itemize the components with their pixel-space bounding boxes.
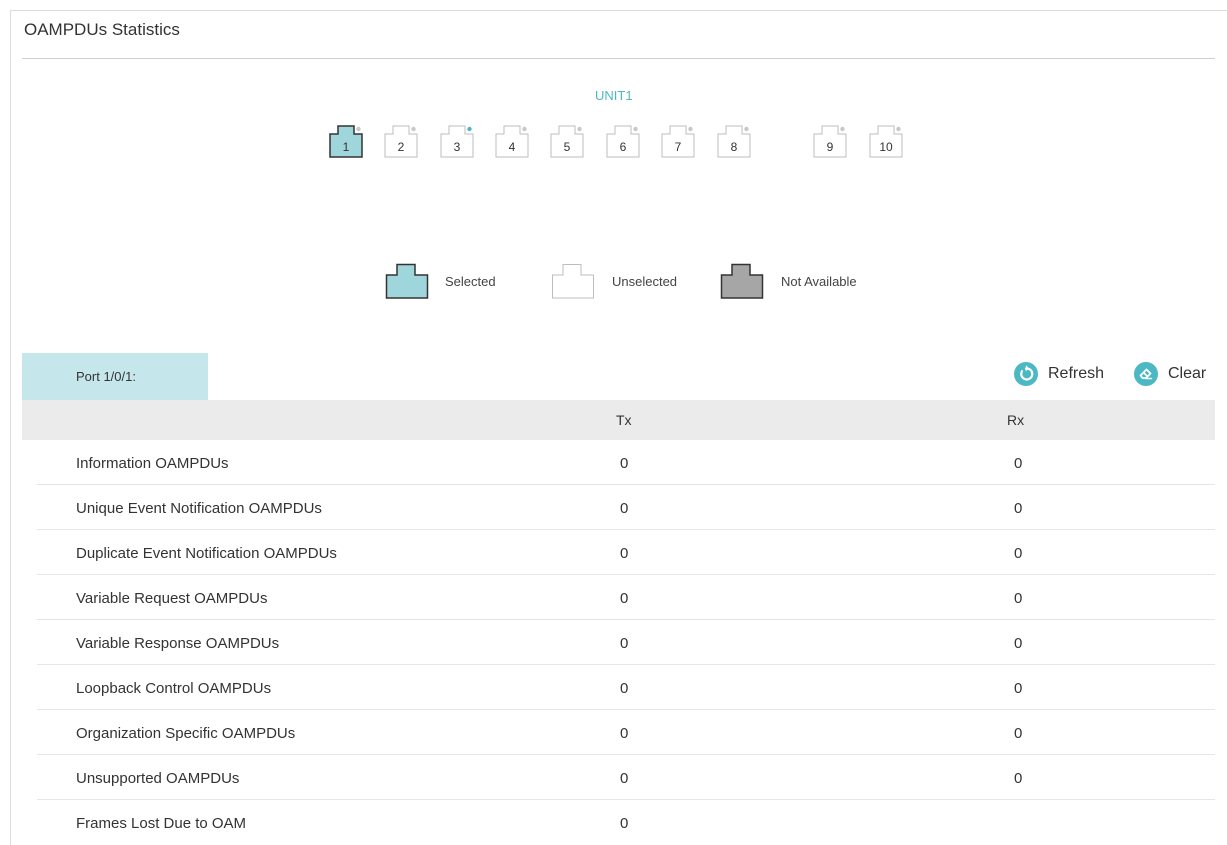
table-row: Variable Response OAMPDUs 0 0 [22, 620, 1215, 665]
table-header: Tx Rx [22, 400, 1215, 440]
port-number: 3 [453, 140, 461, 154]
tx-value: 0 [620, 455, 629, 472]
port-number: 1 [342, 140, 350, 154]
eraser-icon [1134, 362, 1158, 386]
refresh-button[interactable]: Refresh [1014, 362, 1104, 386]
port-number: 6 [619, 140, 627, 154]
port-number: 10 [879, 140, 893, 154]
table-row: Loopback Control OAMPDUs 0 0 [22, 665, 1215, 710]
oampdu-statistics-table: Tx Rx Information OAMPDUs 0 0 Unique Event … [22, 400, 1215, 845]
rx-value: 0 [1014, 680, 1023, 697]
refresh-label: Refresh [1048, 365, 1105, 382]
tx-value: 0 [620, 725, 629, 742]
column-header-tx: Tx [616, 412, 632, 428]
row-label: Frames Lost Due to OAM [76, 815, 247, 832]
clear-button[interactable]: Clear [1134, 362, 1206, 386]
row-label: Unsupported OAMPDUs [76, 770, 240, 787]
port-status-dot [633, 126, 638, 132]
row-label: Variable Request OAMPDUs [76, 590, 268, 607]
port-5-button[interactable]: 5 [550, 124, 584, 158]
clear-label: Clear [1168, 365, 1207, 382]
table-row: Duplicate Event Notification OAMPDUs 0 0 [22, 530, 1215, 575]
table-row: Unique Event Notification OAMPDUs 0 0 [22, 485, 1215, 530]
port-number: 9 [826, 140, 834, 154]
legend-selected-label: Selected [445, 274, 496, 289]
tx-value: 0 [620, 590, 629, 607]
rx-value: 0 [1014, 590, 1023, 607]
port-3-button[interactable]: 3 [440, 124, 474, 158]
port-1-button[interactable]: 1 [329, 124, 363, 158]
row-label: Organization Specific OAMPDUs [76, 725, 296, 742]
rx-value: 0 [1014, 545, 1023, 562]
rx-value: 0 [1014, 635, 1023, 652]
legend-not-available-label: Not Available [781, 274, 857, 289]
row-label: Information OAMPDUs [76, 455, 229, 472]
table-row: Unsupported OAMPDUs 0 0 [22, 755, 1215, 800]
tx-value: 0 [620, 545, 629, 562]
port-8-button[interactable]: 8 [717, 124, 751, 158]
port-status-dot [688, 126, 693, 132]
tab-port-1-0-1[interactable]: Port 1/0/1: [22, 353, 208, 400]
port-status-dot [467, 126, 472, 132]
row-label: Duplicate Event Notification OAMPDUs [76, 545, 337, 562]
port-status-dot [411, 126, 416, 132]
port-status-dot [840, 126, 845, 132]
port-7-button[interactable]: 7 [661, 124, 695, 158]
port-unselected-icon [552, 264, 594, 299]
row-label: Loopback Control OAMPDUs [76, 680, 272, 697]
port-status-dot [577, 126, 582, 132]
port-number: 2 [397, 140, 405, 154]
rx-value: 0 [1014, 500, 1023, 517]
table-row: Information OAMPDUs 0 0 [22, 440, 1215, 485]
port-number: 8 [730, 140, 738, 154]
tx-value: 0 [620, 770, 629, 787]
rx-value: 0 [1014, 725, 1023, 742]
panel-title: OAMPDUs Statistics [24, 20, 180, 39]
port-status-dot [522, 126, 527, 132]
port-4-button[interactable]: 4 [495, 124, 529, 158]
table-row: Frames Lost Due to OAM 0 [22, 800, 1215, 845]
port-number: 4 [508, 140, 516, 154]
table-body: Information OAMPDUs 0 0 Unique Event Notifi… [22, 440, 1215, 845]
tx-value: 0 [620, 680, 629, 697]
tx-value: 0 [620, 815, 629, 832]
port-6-button[interactable]: 6 [606, 124, 640, 158]
port-9-button[interactable]: 9 [813, 124, 847, 158]
unit-label: UNIT1 [595, 88, 633, 103]
table-row: Organization Specific OAMPDUs 0 0 [22, 710, 1215, 755]
title-divider [22, 58, 1215, 59]
port-not-available-icon [720, 263, 764, 299]
rx-value: 0 [1014, 770, 1023, 787]
port-selected-icon [385, 263, 429, 299]
rx-value: 0 [1014, 455, 1023, 472]
row-label: Variable Response OAMPDUs [76, 635, 280, 652]
row-label: Unique Event Notification OAMPDUs [76, 500, 322, 517]
refresh-icon [1014, 362, 1038, 386]
tx-value: 0 [620, 500, 629, 517]
port-2-button[interactable]: 2 [384, 124, 418, 158]
port-number: 5 [563, 140, 571, 154]
column-header-rx: Rx [1007, 412, 1025, 428]
port-10-button[interactable]: 10 [869, 124, 903, 158]
port-status-dot [896, 126, 901, 132]
port-status-dot [744, 126, 749, 132]
port-status-dot [356, 126, 361, 132]
port-number: 7 [674, 140, 682, 154]
tx-value: 0 [620, 635, 629, 652]
table-row: Variable Request OAMPDUs 0 0 [22, 575, 1215, 620]
legend-unselected-label: Unselected [612, 274, 678, 289]
